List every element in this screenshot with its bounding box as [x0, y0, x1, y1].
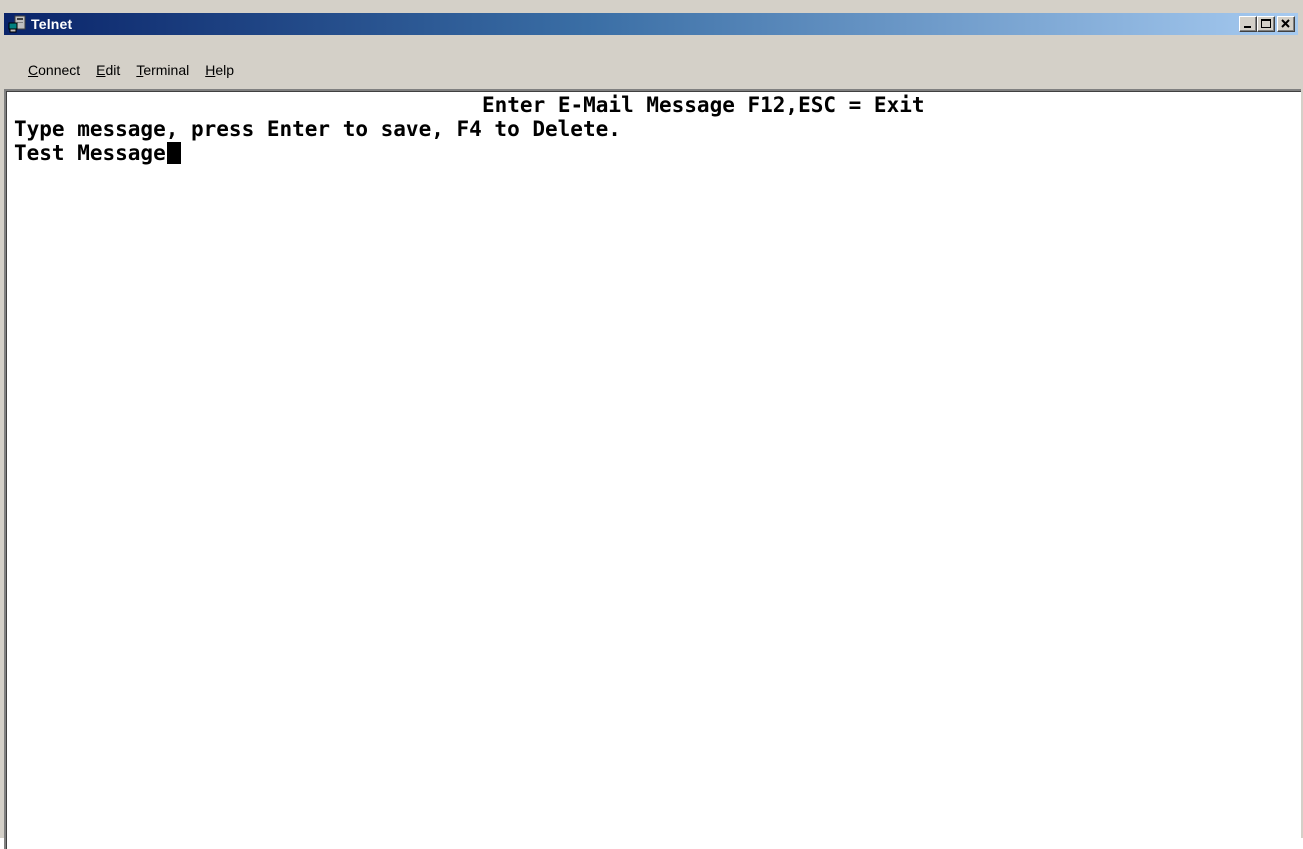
terminal-header: Enter E-Mail Message F12,ESC = Exit — [482, 93, 925, 117]
maximize-button[interactable] — [1257, 16, 1275, 32]
maximize-icon — [1261, 19, 1271, 28]
menu-bar: Connect Edit Terminal Help — [4, 58, 1298, 82]
minimize-icon — [1244, 26, 1251, 28]
menu-terminal-label: erminal — [143, 62, 190, 78]
text-cursor — [166, 142, 181, 164]
title-bar[interactable]: Telnet — [4, 13, 1298, 35]
telnet-window: Telnet Connect Edit Terminal Help Enter … — [0, 0, 1303, 849]
menu-edit[interactable]: Edit — [88, 60, 128, 80]
terminal-screen[interactable]: Enter E-Mail Message F12,ESC = Exit Type… — [4, 89, 1301, 849]
terminal-input-line[interactable]: Test Message — [14, 141, 181, 165]
window-controls — [1239, 16, 1295, 32]
close-button[interactable] — [1277, 16, 1295, 32]
menu-help-mnemonic: H — [205, 62, 216, 78]
menu-connect[interactable]: Connect — [4, 60, 88, 80]
menu-edit-mnemonic: E — [96, 62, 106, 78]
menu-terminal[interactable]: Terminal — [128, 60, 197, 80]
telnet-computer-icon — [8, 15, 26, 33]
terminal-instructions: Type message, press Enter to save, F4 to… — [14, 117, 621, 141]
terminal-input-text: Test Message — [14, 141, 166, 165]
close-icon — [1281, 19, 1290, 28]
menu-connect-mnemonic: C — [28, 62, 39, 78]
menu-help-label: elp — [215, 62, 235, 78]
menu-help[interactable]: Help — [197, 60, 242, 80]
menu-edit-label: dit — [105, 62, 121, 78]
menu-connect-label: onnect — [38, 62, 81, 78]
window-title: Telnet — [31, 16, 73, 32]
minimize-button[interactable] — [1239, 16, 1257, 32]
